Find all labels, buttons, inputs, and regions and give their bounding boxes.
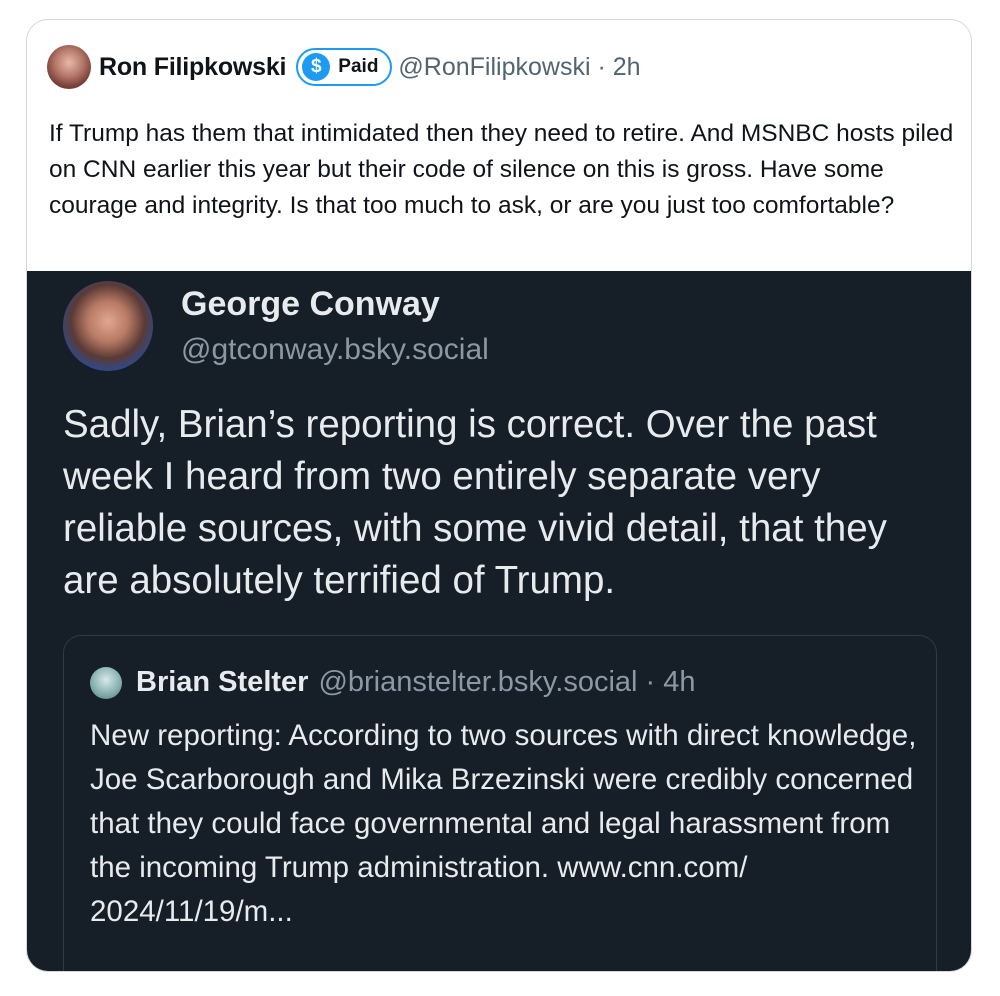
paid-badge[interactable]: $ Paid	[296, 48, 393, 86]
embedded-post-screenshot[interactable]: George Conway @gtconway.bsky.social Sadl…	[27, 271, 971, 971]
tweet-text: If Trump has them that intimidated then …	[49, 120, 954, 219]
quoted-author-handle-time: @brianstelter.bsky.social · 4h	[318, 666, 696, 698]
quoted-post: Brian Stelter @brianstelter.bsky.social …	[63, 635, 937, 971]
embedded-post-text: Sadly, Brian’s reporting is correct. Ove…	[63, 403, 887, 602]
author-handle-time[interactable]: @RonFilipkowski · 2h	[398, 53, 640, 82]
quoted-post-text: New reporting: According to two sources …	[90, 719, 917, 928]
avatar	[90, 666, 122, 699]
quoted-post-header: Brian Stelter @brianstelter.bsky.social …	[90, 666, 696, 699]
embedded-author-name: George Conway	[181, 285, 440, 323]
author-name[interactable]: Ron Filipkowski	[99, 53, 286, 82]
avatar	[63, 281, 153, 371]
dollar-icon: $	[302, 53, 331, 81]
tweet-header: Ron Filipkowski $ Paid @RonFilipkowski ·…	[47, 44, 641, 90]
avatar[interactable]	[47, 45, 91, 89]
embedded-author-handle: @gtconway.bsky.social	[181, 333, 489, 366]
tweet-card[interactable]: Ron Filipkowski $ Paid @RonFilipkowski ·…	[26, 19, 972, 972]
paid-label: Paid	[338, 56, 379, 77]
quoted-author-name: Brian Stelter	[136, 666, 309, 698]
